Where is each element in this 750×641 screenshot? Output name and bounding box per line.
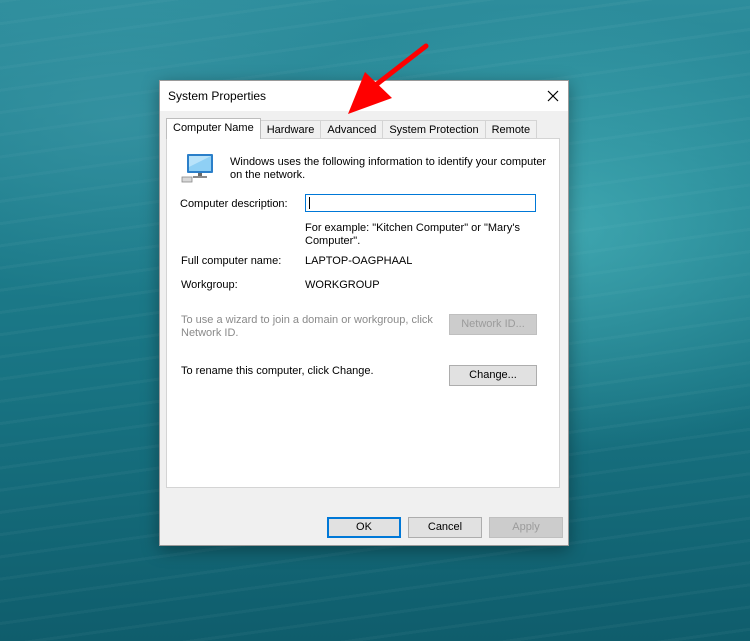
tab-advanced[interactable]: Advanced <box>320 120 384 139</box>
tab-strip: Computer Name Hardware Advanced System P… <box>166 118 538 139</box>
window-title: System Properties <box>168 89 267 103</box>
intro-text-line1: Windows uses the following information t… <box>230 156 547 168</box>
computer-description-label: Computer description: <box>180 198 288 210</box>
wizard-text-line1: To use a wizard to join a domain or work… <box>181 314 433 326</box>
change-button[interactable]: Change... <box>449 365 537 386</box>
computer-description-input[interactable] <box>305 194 536 212</box>
full-computer-name-label: Full computer name: <box>181 255 282 267</box>
red-arrow-icon <box>348 43 429 114</box>
ok-button[interactable]: OK <box>327 517 401 538</box>
close-icon <box>547 90 559 102</box>
workgroup-value: WORKGROUP <box>305 279 380 291</box>
cancel-button[interactable]: Cancel <box>408 517 482 538</box>
example-text-line1: For example: "Kitchen Computer" or "Mary… <box>305 222 520 234</box>
tab-system-protection[interactable]: System Protection <box>382 120 486 139</box>
desktop-background: System Properties Computer Name Hardware… <box>0 0 750 641</box>
computer-name-panel: Windows uses the following information t… <box>166 138 560 488</box>
full-computer-name-value: LAPTOP-OAGPHAAL <box>305 255 413 267</box>
example-text-line2: Computer". <box>305 235 361 247</box>
network-id-button[interactable]: Network ID... <box>449 314 537 335</box>
tab-remote[interactable]: Remote <box>484 120 538 139</box>
text-caret <box>309 197 310 209</box>
close-button[interactable] <box>538 81 568 111</box>
tab-computer-name[interactable]: Computer Name <box>166 118 261 139</box>
wizard-text-line2: Network ID. <box>181 327 239 339</box>
workgroup-label: Workgroup: <box>181 279 238 291</box>
apply-button[interactable]: Apply <box>489 517 563 538</box>
intro-text-line2: on the network. <box>230 169 306 181</box>
tab-hardware[interactable]: Hardware <box>259 120 322 139</box>
computer-icon <box>181 154 213 183</box>
rename-text: To rename this computer, click Change. <box>181 365 374 377</box>
system-properties-dialog: System Properties Computer Name Hardware… <box>159 80 569 546</box>
